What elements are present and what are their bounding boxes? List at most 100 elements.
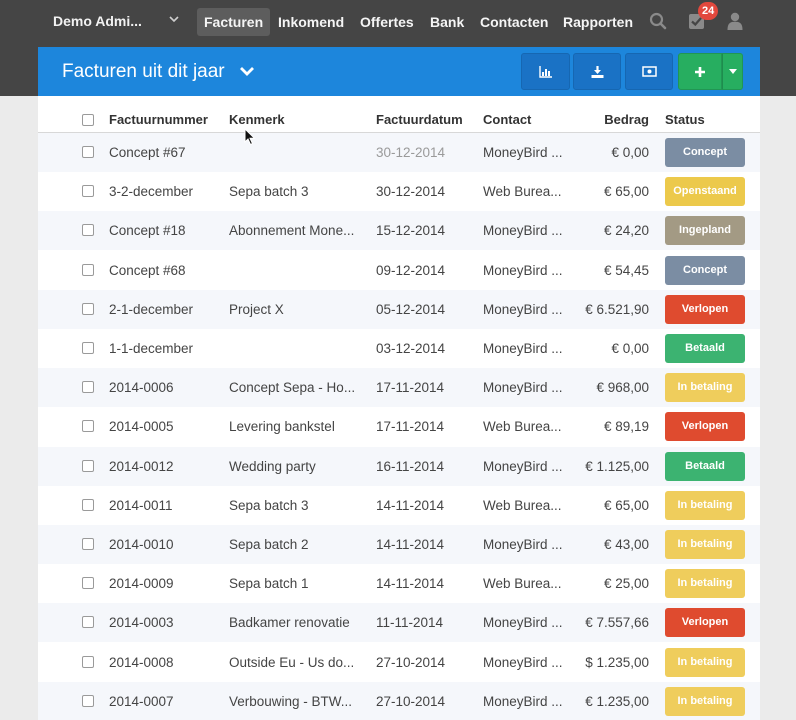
new-invoice-dropdown[interactable] xyxy=(722,53,743,90)
table-row[interactable]: 2014-0010 Sepa batch 2 14-11-2014 MoneyBird… xyxy=(38,525,760,564)
table-row[interactable]: 2014-0009 Sepa batch 1 14-11-2014 Web Burea… xyxy=(38,564,760,603)
row-checkbox[interactable] xyxy=(82,185,94,198)
cell-amount: € 7.557,66 xyxy=(585,615,649,631)
row-checkbox[interactable] xyxy=(82,381,94,394)
cell-amount: $ 1.235,00 xyxy=(585,654,649,670)
search-icon[interactable] xyxy=(649,12,667,30)
row-checkbox[interactable] xyxy=(82,146,94,158)
table-row[interactable]: 2014-0005 Levering bankstel 17-11-2014 Web … xyxy=(38,407,760,446)
administration-switcher[interactable]: Demo Admi... xyxy=(53,13,142,29)
row-checkbox[interactable] xyxy=(82,694,94,707)
nav-contacten[interactable]: Contacten xyxy=(473,8,555,36)
cell-date: 16-11-2014 xyxy=(376,458,445,474)
nav-bank[interactable]: Bank xyxy=(423,8,471,36)
chart-icon xyxy=(538,65,552,78)
cell-number[interactable]: 2014-0006 xyxy=(109,380,224,395)
cell-amount: € 968,00 xyxy=(596,380,649,396)
cell-reference: Project X xyxy=(229,301,284,317)
cell-number[interactable]: 2014-0008 xyxy=(109,655,224,670)
table-row[interactable]: 2-1-december Project X 05-12-2014 MoneyBird… xyxy=(38,289,760,329)
nav-facturen[interactable]: Facturen xyxy=(197,8,271,36)
row-checkbox[interactable] xyxy=(82,655,94,668)
header-factuurdatum[interactable]: Factuurdatum xyxy=(376,112,463,127)
header-bedrag[interactable]: Bedrag xyxy=(538,112,649,127)
nav-rapporten[interactable]: Rapporten xyxy=(556,8,640,36)
cell-number[interactable]: Concept #67 xyxy=(109,145,224,160)
panel-header: Facturen uit dit jaar xyxy=(38,47,760,96)
status-badge: In betaling xyxy=(665,373,745,403)
cell-number[interactable]: 2014-0009 xyxy=(109,576,224,591)
row-checkbox[interactable] xyxy=(82,263,94,276)
row-checkbox[interactable] xyxy=(82,616,94,629)
cell-reference: Wedding party xyxy=(229,458,316,474)
cell-number[interactable]: 2014-0011 xyxy=(109,498,224,513)
payment-button[interactable] xyxy=(625,53,673,90)
cell-date: 15-12-2014 xyxy=(376,223,446,239)
mouse-cursor-icon xyxy=(244,128,256,146)
cell-date: 30-12-2014 xyxy=(376,145,446,160)
cell-amount: € 89,19 xyxy=(603,419,649,435)
notification-badge: 24 xyxy=(698,2,719,20)
panel-title[interactable]: Facturen uit dit jaar xyxy=(62,61,225,83)
status-badge: Betaald xyxy=(665,451,745,481)
cell-number[interactable]: 2014-0012 xyxy=(109,459,224,474)
table-row[interactable]: 3-2-december Sepa batch 3 30-12-2014 Web Bu… xyxy=(38,172,760,211)
table-row[interactable]: 2014-0012 Wedding party 16-11-2014 MoneyBir… xyxy=(38,446,760,486)
table-row[interactable]: 2014-0006 Concept Sepa - Ho... 17-11-2014 M… xyxy=(38,368,760,408)
select-all-checkbox[interactable] xyxy=(82,114,94,126)
cell-number[interactable]: 2014-0010 xyxy=(109,537,224,552)
cell-amount: € 1.235,00 xyxy=(585,693,649,709)
chevron-down-icon[interactable] xyxy=(169,14,179,24)
header-contact[interactable]: Contact xyxy=(483,112,531,127)
cell-number[interactable]: 2014-0007 xyxy=(109,694,224,709)
table-row[interactable]: 2014-0008 Outside Eu - Us do... 27-10-2014… xyxy=(38,643,760,682)
download-button[interactable] xyxy=(573,53,621,90)
cell-date: 17-11-2014 xyxy=(376,419,445,435)
header-factuurnummer[interactable]: Factuurnummer xyxy=(109,112,208,127)
cell-number[interactable]: 2-1-december xyxy=(109,302,224,317)
cell-reference: Badkamer renovatie xyxy=(229,615,350,631)
row-checkbox[interactable] xyxy=(82,498,94,511)
header-status[interactable]: Status xyxy=(665,112,705,127)
row-checkbox[interactable] xyxy=(82,224,94,237)
cell-number[interactable]: Concept #18 xyxy=(109,223,224,238)
status-badge: In betaling xyxy=(665,490,745,520)
cell-number[interactable]: 3-2-december xyxy=(109,184,224,199)
row-checkbox[interactable] xyxy=(82,459,94,472)
table-row[interactable]: Concept #67 30-12-2014 MoneyBird ... € 0,00… xyxy=(38,133,760,172)
row-checkbox[interactable] xyxy=(82,538,94,550)
table-row[interactable]: 2014-0007 Verbouwing - BTW... 27-10-2014 Mo… xyxy=(38,681,760,720)
chart-button[interactable] xyxy=(521,53,570,90)
main-nav: Demo Admi... Facturen Inkomend Offertes … xyxy=(0,0,796,44)
table-row[interactable]: Concept #68 09-12-2014 MoneyBird ... € 54,4… xyxy=(38,251,760,290)
table-row[interactable]: 2014-0003 Badkamer renovatie 11-11-2014 Mon… xyxy=(38,603,760,643)
money-icon xyxy=(641,66,657,77)
cell-amount: € 43,00 xyxy=(603,537,649,552)
cell-number[interactable]: Concept #68 xyxy=(109,263,224,278)
nav-inkomend[interactable]: Inkomend xyxy=(271,8,351,36)
cell-number[interactable]: 1-1-december xyxy=(109,341,224,356)
chevron-down-icon[interactable] xyxy=(239,66,255,78)
cell-reference: Concept Sepa - Ho... xyxy=(229,380,356,396)
cell-number[interactable]: 2014-0005 xyxy=(109,419,224,434)
table-row[interactable]: 1-1-december 03-12-2014 MoneyBird ... € 0,0… xyxy=(38,329,760,368)
row-checkbox[interactable] xyxy=(82,577,94,590)
nav-offertes[interactable]: Offertes xyxy=(353,8,421,36)
header-kenmerk[interactable]: Kenmerk xyxy=(229,112,285,127)
row-checkbox[interactable] xyxy=(82,420,94,433)
status-badge: In betaling xyxy=(665,569,745,599)
cell-number[interactable]: 2014-0003 xyxy=(109,615,224,630)
cell-amount: € 0,00 xyxy=(611,341,649,356)
new-invoice-button[interactable] xyxy=(678,53,722,90)
status-badge: Concept xyxy=(665,255,745,285)
cell-date: 03-12-2014 xyxy=(376,341,446,356)
cell-date: 14-11-2014 xyxy=(376,497,445,513)
cell-reference: Verbouwing - BTW... xyxy=(229,693,353,709)
table-row[interactable]: 2014-0011 Sepa batch 3 14-11-2014 Web Burea… xyxy=(38,486,760,525)
row-checkbox[interactable] xyxy=(82,302,94,315)
row-checkbox[interactable] xyxy=(82,342,94,354)
user-icon[interactable] xyxy=(727,12,743,30)
cell-amount: € 1.125,00 xyxy=(585,458,649,474)
status-badge: In betaling xyxy=(665,530,745,559)
table-row[interactable]: Concept #18 Abonnement Mone... 15-12-2014 M… xyxy=(38,211,760,251)
